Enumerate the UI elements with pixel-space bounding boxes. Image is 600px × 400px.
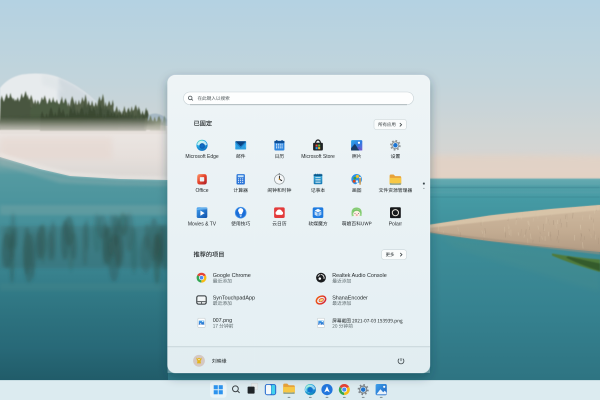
svg-text:Microsoft Edge: Microsoft Edge — [185, 154, 219, 160]
svg-text:Polarr: Polarr — [389, 221, 403, 227]
svg-text:Movies & TV: Movies & TV — [188, 221, 217, 227]
svg-text:ShanaEncoder: ShanaEncoder — [332, 295, 368, 301]
svg-text:Realtek Audio Console: Realtek Audio Console — [332, 273, 387, 279]
svg-text:Microsoft Store: Microsoft Store — [301, 154, 335, 160]
svg-text:Office: Office — [196, 188, 209, 194]
svg-text:Google Chrome: Google Chrome — [213, 273, 251, 279]
svg-text:SynTouchpadApp: SynTouchpadApp — [213, 295, 255, 301]
svg-text:007.png: 007.png — [213, 318, 233, 324]
